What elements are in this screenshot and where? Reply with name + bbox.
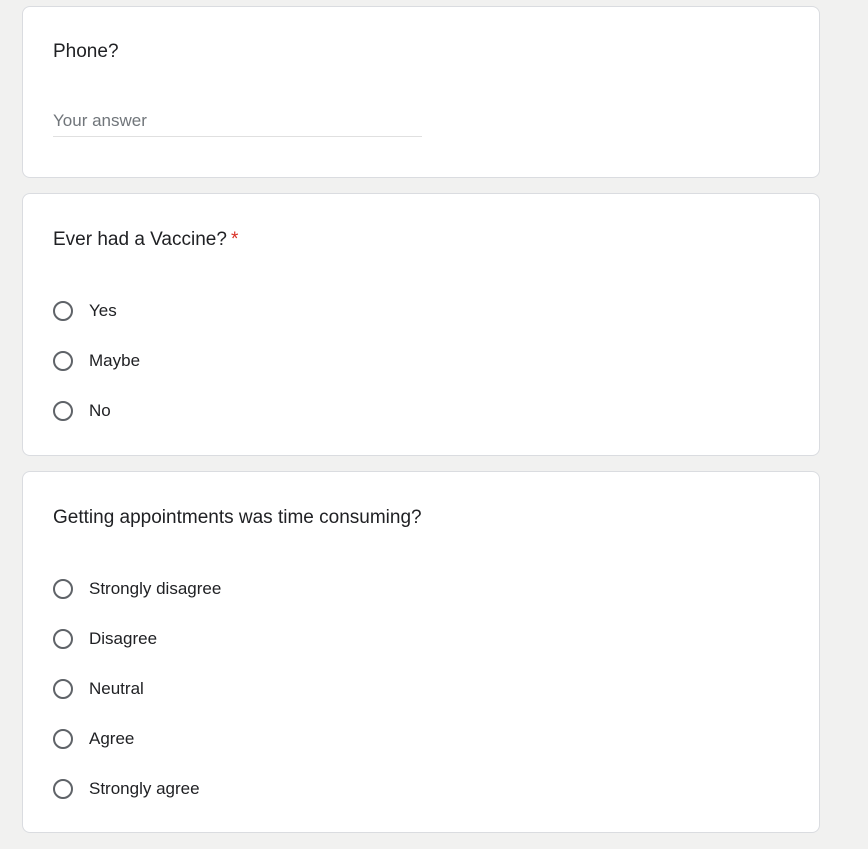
- option-label-strongly-agree: Strongly agree: [89, 779, 200, 798]
- appointments-options: Strongly disagree Disagree Neutral Agree…: [53, 564, 221, 814]
- radio-button[interactable]: [53, 729, 73, 749]
- option-strongly-disagree[interactable]: Strongly disagree: [53, 564, 221, 614]
- radio-button[interactable]: [53, 679, 73, 699]
- question-title-vaccine-text: Ever had a Vaccine?: [53, 229, 227, 250]
- required-asterisk: *: [230, 229, 239, 250]
- option-label-neutral: Neutral: [89, 679, 144, 698]
- option-label-disagree: Disagree: [89, 629, 158, 648]
- option-label-yes: Yes: [89, 301, 117, 320]
- radio-button[interactable]: [53, 351, 73, 371]
- question-card-phone: Phone?: [22, 6, 820, 178]
- option-label-no: No: [89, 401, 111, 420]
- question-card-vaccine: Ever had a Vaccine? * Yes Maybe No: [22, 193, 820, 456]
- option-neutral[interactable]: Neutral: [53, 664, 221, 714]
- option-no[interactable]: No: [53, 386, 140, 436]
- radio-button[interactable]: [53, 401, 73, 421]
- option-yes[interactable]: Yes: [53, 286, 140, 336]
- radio-button[interactable]: [53, 579, 73, 599]
- radio-button[interactable]: [53, 301, 73, 321]
- option-agree[interactable]: Agree: [53, 714, 221, 764]
- vaccine-options: Yes Maybe No: [53, 286, 140, 436]
- option-label-maybe: Maybe: [89, 351, 141, 370]
- option-label-strongly-disagree: Strongly disagree: [89, 579, 222, 598]
- radio-button[interactable]: [53, 629, 73, 649]
- question-title-phone: Phone?: [53, 41, 119, 62]
- phone-answer-input[interactable]: [53, 105, 422, 137]
- option-label-agree: Agree: [89, 729, 135, 748]
- radio-button[interactable]: [53, 779, 73, 799]
- question-title-vaccine: Ever had a Vaccine? *: [53, 228, 238, 252]
- option-strongly-agree[interactable]: Strongly agree: [53, 764, 221, 814]
- option-maybe[interactable]: Maybe: [53, 336, 140, 386]
- option-disagree[interactable]: Disagree: [53, 614, 221, 664]
- question-card-appointments: Getting appointments was time consuming?…: [22, 471, 820, 833]
- question-title-appointments: Getting appointments was time consuming?: [53, 507, 422, 528]
